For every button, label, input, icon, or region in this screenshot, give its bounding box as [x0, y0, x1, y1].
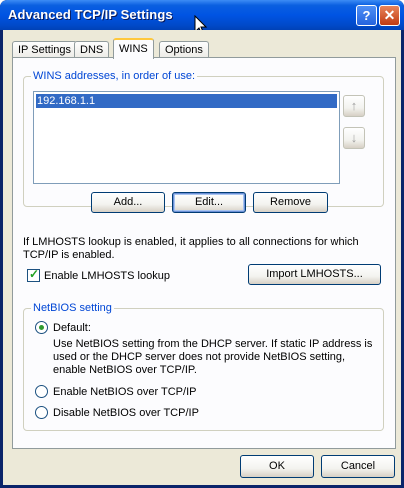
tab-label: Options — [165, 44, 203, 56]
tab-label: DNS — [80, 44, 104, 56]
lmhosts-info-line: If LMHOSTS lookup is enabled, it applies… — [23, 236, 359, 248]
ok-button[interactable]: OK — [240, 455, 314, 478]
tab-label: IP Settings — [18, 44, 71, 56]
disable-netbios-label[interactable]: Disable NetBIOS over TCP/IP — [53, 407, 199, 420]
enable-lmhosts-checkbox[interactable]: ✓ — [27, 267, 40, 282]
list-item[interactable]: 192.168.1.1 — [36, 94, 337, 108]
netbios-group-label: NetBIOS setting — [31, 302, 114, 314]
disable-netbios-radio[interactable] — [35, 406, 48, 419]
help-icon: ? — [362, 8, 371, 23]
wins-tab-panel: WINS addresses, in order of use: 192.168… — [12, 57, 396, 449]
netbios-default-radio[interactable] — [35, 321, 48, 334]
remove-button[interactable]: Remove — [253, 192, 328, 213]
edit-button[interactable]: Edit... — [172, 192, 246, 213]
netbios-default-label[interactable]: Default: — [53, 322, 91, 335]
enable-lmhosts-label[interactable]: Enable LMHOSTS lookup — [44, 270, 170, 283]
wins-address-list[interactable]: 192.168.1.1 — [33, 91, 340, 184]
cancel-button[interactable]: Cancel — [321, 455, 395, 478]
description-line: enable NetBIOS over TCP/IP. — [53, 364, 197, 376]
tab-label: WINS — [119, 43, 148, 55]
enable-netbios-label[interactable]: Enable NetBIOS over TCP/IP — [53, 386, 196, 399]
enable-netbios-radio[interactable] — [35, 385, 48, 398]
move-down-button[interactable]: ↓ — [343, 127, 365, 149]
dialog-body: IP Settings DNS WINS Options WINS addres… — [3, 30, 401, 485]
close-button[interactable]: ✕ — [379, 5, 400, 26]
lmhosts-info-text: If LMHOSTS lookup is enabled, it applies… — [23, 236, 383, 262]
tab-wins[interactable]: WINS — [113, 38, 154, 59]
wins-group-label: WINS addresses, in order of use: — [31, 70, 198, 82]
title-bar[interactable]: Advanced TCP/IP Settings ? ✕ — [0, 0, 404, 36]
tab-options[interactable]: Options — [159, 41, 209, 58]
tab-ip-settings[interactable]: IP Settings — [12, 41, 77, 58]
tab-dns[interactable]: DNS — [74, 41, 110, 58]
help-button[interactable]: ? — [356, 5, 377, 26]
move-up-button[interactable]: ↑ — [343, 95, 365, 117]
description-line: Use NetBIOS setting from the DHCP server… — [53, 338, 373, 350]
add-button[interactable]: Add... — [91, 192, 165, 213]
import-lmhosts-button[interactable]: Import LMHOSTS... — [248, 264, 381, 285]
lmhosts-info-line: TCP/IP is enabled. — [23, 249, 115, 261]
advanced-tcpip-settings-window: Advanced TCP/IP Settings ? ✕ IP Settings… — [0, 0, 404, 488]
arrow-up-icon: ↑ — [350, 98, 358, 113]
netbios-default-description: Use NetBIOS setting from the DHCP server… — [53, 338, 383, 377]
window-title: Advanced TCP/IP Settings — [8, 7, 173, 22]
close-icon: ✕ — [383, 7, 396, 23]
checkmark-icon: ✓ — [29, 267, 40, 281]
arrow-down-icon: ↓ — [350, 130, 358, 145]
description-line: used or the DHCP server does not provide… — [53, 351, 346, 363]
